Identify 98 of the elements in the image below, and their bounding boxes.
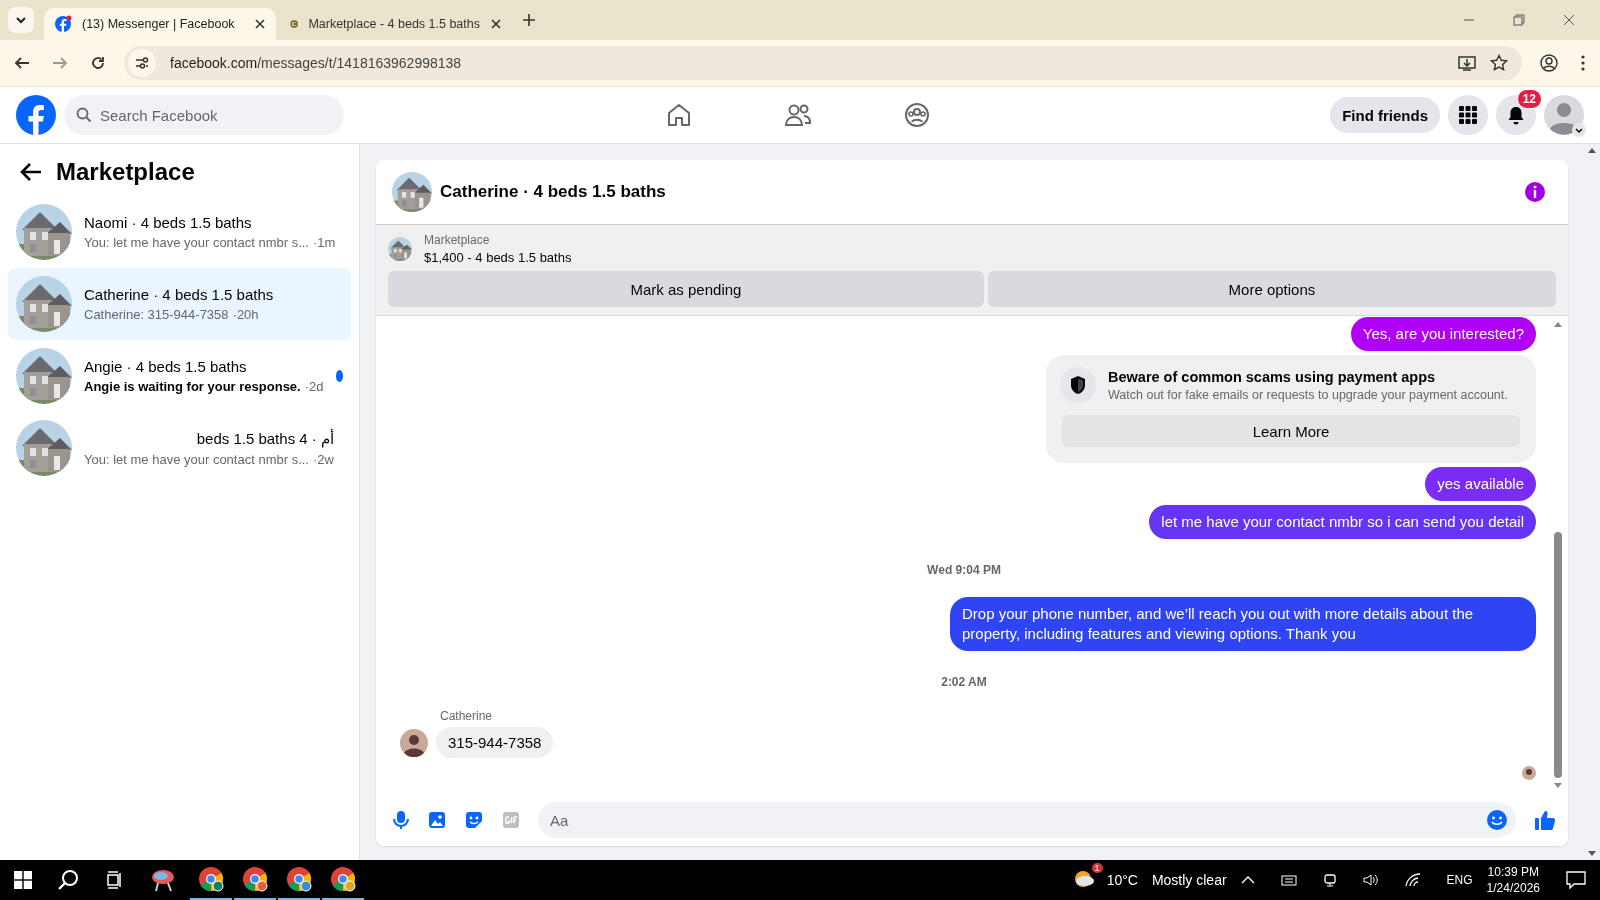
message-preview: Angie is waiting for your response. xyxy=(84,379,301,394)
caret-icon[interactable] xyxy=(1572,123,1586,137)
keyboard-icon[interactable] xyxy=(1280,873,1297,887)
chevron-up-icon[interactable] xyxy=(1240,875,1255,885)
site-settings-icon[interactable] xyxy=(128,49,156,77)
sticker-icon[interactable] xyxy=(464,811,484,829)
more-icon[interactable] xyxy=(1580,55,1586,71)
browser-tab[interactable]: (13) Messenger | Facebook xyxy=(44,8,276,40)
message-timestamp: 2:02 AM xyxy=(941,675,987,689)
friends-icon[interactable] xyxy=(784,102,813,128)
back-arrow-icon[interactable] xyxy=(20,162,42,182)
notification-badge: 12 xyxy=(1516,89,1542,109)
warning-title: Beware of common scams using payment apps xyxy=(1108,368,1437,385)
sidebar-title: Marketplace xyxy=(56,158,195,186)
clock-date[interactable]: 1/24/2026 xyxy=(1486,881,1540,895)
listing-title: $1,400 - 4 beds 1.5 baths xyxy=(424,250,572,265)
weather-condition: Mostly clear xyxy=(1151,872,1227,888)
volume-icon[interactable] xyxy=(1362,873,1379,887)
conversation-item[interactable]: Catherine · 4 beds 1.5 baths Catherine: 315-944-7358 ·20h xyxy=(8,268,351,340)
message-time: ·2w xyxy=(312,451,334,467)
app-icon[interactable] xyxy=(150,867,176,893)
menu-button[interactable] xyxy=(1448,95,1488,135)
learn-more-button[interactable]: Learn More xyxy=(1062,415,1520,447)
message-field[interactable]: Aa xyxy=(538,802,1516,838)
message-preview: Catherine: 315-944-7358 xyxy=(84,307,229,322)
conversation-name: Catherine · 4 beds 1.5 baths xyxy=(84,286,275,303)
install-icon[interactable] xyxy=(1458,54,1476,72)
chevron-down-icon xyxy=(15,14,27,26)
notification-center-icon[interactable] xyxy=(1566,871,1586,889)
tab-title: (13) Messenger | Facebook xyxy=(82,17,236,31)
sender-name: Catherine xyxy=(440,709,494,723)
listing-label: Marketplace xyxy=(424,233,491,247)
chat-title: Catherine · 4 beds 1.5 baths xyxy=(440,182,666,202)
new-tab-icon[interactable] xyxy=(522,13,536,27)
weather-badge: 1 xyxy=(1091,863,1103,873)
microphone-icon[interactable] xyxy=(392,810,410,830)
close-icon[interactable] xyxy=(490,18,502,30)
message-timestamp: Wed 9:04 PM xyxy=(927,563,1001,577)
browser-tab[interactable]: Marketplace - 4 beds 1.5 baths xyxy=(280,8,512,40)
listing-action-button[interactable]: More options xyxy=(987,271,1556,307)
bell-icon xyxy=(1506,105,1526,125)
language-indicator[interactable]: ENG xyxy=(1446,873,1473,887)
facebook-logo[interactable] xyxy=(16,95,56,135)
received-message: 315-944-7358 xyxy=(436,727,554,758)
listing-action-button[interactable]: Mark as pending xyxy=(388,271,984,307)
sent-message: Drop your phone number, and we’ll reach you out with more details about the property, including features and viewing options. Thank you xyxy=(950,597,1536,651)
avatar-icon xyxy=(400,728,428,757)
find-friends-button[interactable]: Find friends xyxy=(1330,97,1440,133)
close-icon[interactable] xyxy=(254,18,266,30)
tab-title: Marketplace - 4 beds 1.5 baths xyxy=(308,17,480,31)
search-field[interactable]: Search Facebook xyxy=(64,95,344,135)
start-icon[interactable] xyxy=(14,871,32,889)
task-view-icon[interactable] xyxy=(106,871,124,889)
clock-time[interactable]: 10:39 PM xyxy=(1487,865,1539,879)
shield-icon xyxy=(1060,367,1096,403)
scroll-down-icon[interactable] xyxy=(1587,850,1597,858)
temperature-text: 10°C xyxy=(1106,872,1138,888)
facebook-icon xyxy=(54,15,72,33)
conversation-name: أم · 4 beds 1.5 baths xyxy=(195,429,334,448)
tab-search-button[interactable] xyxy=(8,7,34,33)
sent-message: yes available xyxy=(1425,467,1536,501)
sent-message: Yes, are you interested? xyxy=(1350,317,1536,351)
image-icon[interactable] xyxy=(428,811,446,829)
conversation-item[interactable]: Naomi · 4 beds 1.5 baths You: let me have your contact nmbr s... ·1m xyxy=(8,196,351,268)
message-time: ·20h xyxy=(232,307,259,322)
wifi-icon[interactable] xyxy=(1404,873,1421,887)
message-time: ·1m xyxy=(312,235,336,250)
info-icon[interactable] xyxy=(1524,181,1546,203)
groups-icon[interactable] xyxy=(904,102,931,128)
scroll-up-icon[interactable] xyxy=(1587,146,1597,154)
search-icon[interactable] xyxy=(58,869,80,891)
grid-icon xyxy=(1459,106,1477,124)
home-icon[interactable] xyxy=(666,102,693,128)
star-icon[interactable] xyxy=(1490,54,1508,72)
scroll-down-icon[interactable] xyxy=(1553,782,1563,790)
profile-icon[interactable] xyxy=(1540,54,1558,72)
search-icon xyxy=(76,107,92,123)
conversation-item[interactable]: Angie · 4 beds 1.5 baths Angie is waiting for your response. ·2d xyxy=(8,340,351,412)
address-field[interactable]: facebook.com/messages/t/1418163962998138 xyxy=(124,46,1522,80)
read-receipt-icon xyxy=(1522,766,1536,780)
restore-icon[interactable] xyxy=(1513,14,1525,26)
message-time: ·2d xyxy=(304,379,324,394)
message-preview: You: let me have your contact nmbr s... xyxy=(84,451,309,467)
message-preview: You: let me have your contact nmbr s... xyxy=(84,235,309,250)
sent-message: let me have your contact nmbr so i can send you detail xyxy=(1149,505,1536,539)
warning-text: Watch out for fake emails or requests to upgrade your payment account. xyxy=(1108,387,1508,402)
conversation-name: Naomi · 4 beds 1.5 baths xyxy=(84,214,253,231)
reload-icon[interactable] xyxy=(90,55,106,71)
scroll-up-icon[interactable] xyxy=(1553,320,1563,328)
notifications-button[interactable] xyxy=(1496,95,1536,135)
emoji-icon[interactable] xyxy=(1486,809,1508,831)
thumbs-up-icon[interactable] xyxy=(1534,809,1556,831)
url-text: facebook.com/messages/t/1418163962998138 xyxy=(170,55,462,71)
conversation-name: Angie · 4 beds 1.5 baths xyxy=(84,358,248,375)
close-icon[interactable] xyxy=(1563,14,1575,26)
meet-now-icon[interactable] xyxy=(1322,873,1337,887)
forward-icon[interactable] xyxy=(52,55,68,71)
back-icon[interactable] xyxy=(14,55,30,71)
